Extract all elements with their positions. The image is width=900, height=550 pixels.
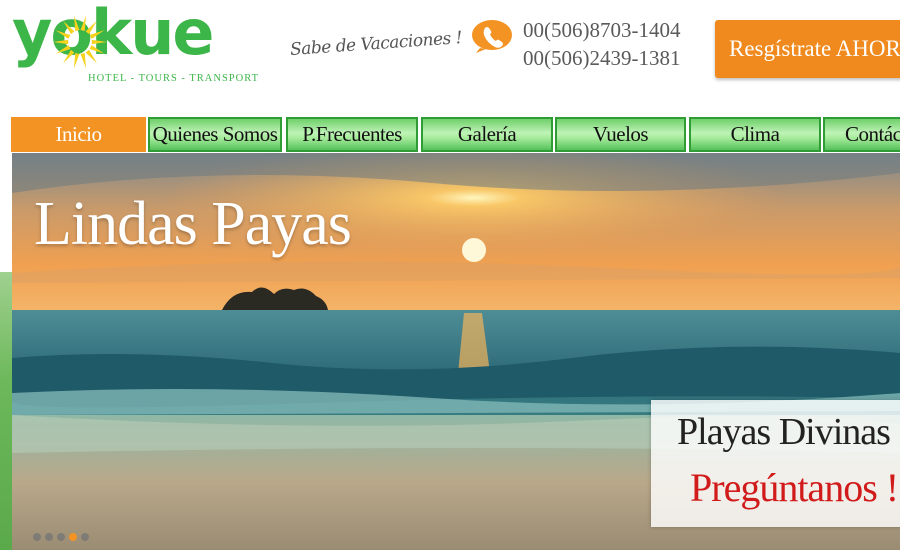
register-button[interactable]: Resgístrate AHORA [715,20,900,78]
nav-item-inicio[interactable]: Inicio [11,117,146,152]
sun-ray [91,39,107,45]
site-logo[interactable]: yokue HOTEL - TOURS - TRANSPORT [12,0,258,88]
sun-ray [63,49,75,64]
banner-title: Lindas Payas [34,190,352,258]
slider-dot[interactable] [45,533,53,541]
main-nav: Inicio Quienes Somos P.Frecuentes Galerí… [11,117,900,153]
slider-dot-active[interactable] [69,533,77,541]
sun-ray [73,53,80,69]
nav-item-clima[interactable]: Clima [689,117,821,152]
slider-dot[interactable] [33,533,41,541]
sun-ray [85,20,97,35]
sun-ray [53,39,69,45]
sun-ray [80,53,87,69]
sun-ray [89,45,105,54]
left-decor-strip [0,272,12,550]
sun-ray [55,45,71,54]
hero-slider[interactable]: Lindas Payas Playas Divinas Pregúntanos … [12,153,900,550]
nav-item-galeria[interactable]: Galería [421,117,553,152]
nav-item-vuelos[interactable]: Vuelos [555,117,686,152]
nav-item-quienes-somos[interactable]: Quienes Somos [148,117,282,152]
slider-dot[interactable] [57,533,65,541]
phone-number-secondary[interactable]: 00(506)2439-1381 [523,46,680,71]
promo-headline: Playas Divinas [677,411,891,453]
promo-box[interactable]: Playas Divinas Pregúntanos ! [651,400,900,527]
slogan-text: Sabe de Vacaciones ! [289,28,463,60]
slider-dot[interactable] [81,533,89,541]
sun-ray [80,15,87,31]
sun-ray [63,20,75,35]
logo-wordmark: yokue [12,0,214,69]
slider-pagination [33,533,89,541]
promo-cta: Pregúntanos ! [690,465,899,510]
phone-icon [472,20,512,53]
sun-ray [85,49,97,64]
sun-icon [53,15,107,69]
logo-tagline: HOTEL - TOURS - TRANSPORT [88,73,259,84]
phone-number-primary[interactable]: 00(506)8703-1404 [523,18,680,43]
sun-ray [73,15,80,31]
sun-ray [55,30,71,39]
nav-item-contacto[interactable]: Contác [823,117,900,152]
sun-ray [89,30,105,39]
nav-item-preguntas-frecuentes[interactable]: P.Frecuentes [286,117,418,152]
